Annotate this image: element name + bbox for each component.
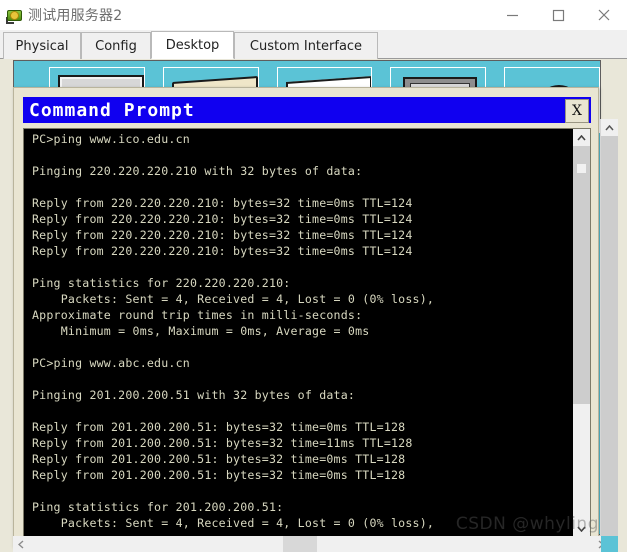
server-money-icon (6, 7, 22, 24)
terminal-line: Pinging 201.200.200.51 with 32 bytes of … (32, 388, 356, 402)
tab-physical-label: Physical (15, 38, 69, 54)
maximize-button[interactable] (535, 0, 581, 30)
command-prompt-output-text: PC>ping www.ico.edu.cn Pinging 220.220.2… (32, 131, 572, 531)
terminal-line: PC>ping www.abc.edu.cn (32, 356, 190, 370)
tab-bar: Physical Config Desktop Custom Interface (0, 30, 627, 59)
command-prompt-close-button[interactable]: X (565, 99, 589, 123)
command-prompt-scroll-track[interactable] (573, 146, 590, 520)
terminal-line: Reply from 201.200.200.51: bytes=32 time… (32, 436, 413, 450)
terminal-line: Reply from 220.220.220.210: bytes=32 tim… (32, 196, 413, 210)
command-prompt-title: Command Prompt (29, 99, 195, 121)
terminal-line: Ping statistics for 220.220.220.210: (32, 276, 291, 290)
command-prompt-output-area: PC>ping www.ico.edu.cn Pinging 220.220.2… (23, 128, 591, 538)
terminal-line: Packets: Sent = 4, Received = 4, Lost = … (32, 292, 435, 306)
tab-custom-interface[interactable]: Custom Interface (234, 32, 378, 59)
command-prompt-title-bar[interactable]: Command Prompt X (23, 97, 591, 123)
terminal-line: Reply from 201.200.200.51: bytes=32 time… (32, 452, 406, 466)
chevron-up-icon[interactable] (601, 119, 618, 136)
desktop-vertical-scrollbar[interactable] (600, 119, 618, 552)
terminal-line: Packets: Sent = 4, Received = 4, Lost = … (32, 516, 435, 530)
desktop-horizontal-scrollbar[interactable] (13, 536, 609, 552)
window-title: 测试用服务器2 (28, 8, 123, 24)
terminal-line: Reply from 201.200.200.51: bytes=32 time… (32, 468, 406, 482)
tab-desktop-label: Desktop (165, 37, 220, 53)
minimize-button[interactable] (489, 0, 535, 30)
terminal-line: Ping statistics for 201.200.200.51: (32, 500, 284, 514)
application-window: 测试用服务器2 Physical Config Desktop Custom I… (0, 0, 627, 552)
tab-config[interactable]: Config (81, 32, 151, 59)
window-title-bar: 测试用服务器2 (0, 0, 627, 30)
chevron-down-icon[interactable] (573, 520, 590, 537)
terminal-line: Reply from 220.220.220.210: bytes=32 tim… (32, 228, 413, 242)
scrollbar-corner (601, 536, 618, 552)
terminal-line: Reply from 201.200.200.51: bytes=32 time… (32, 420, 406, 434)
desktop-panel: Command Prompt X PC>ping www.ico.edu.cn … (0, 59, 627, 552)
command-prompt-scrollbar[interactable] (573, 129, 590, 537)
window-controls (489, 0, 627, 30)
terminal-line: Reply from 220.220.220.210: bytes=32 tim… (32, 244, 413, 258)
command-prompt-scroll-thumb[interactable] (573, 146, 590, 404)
chevron-up-icon[interactable] (573, 129, 590, 146)
desktop-vertical-scroll-track[interactable] (601, 136, 618, 552)
tab-physical[interactable]: Physical (3, 32, 81, 59)
terminal-line: Minimum = 0ms, Maximum = 0ms, Average = … (32, 324, 370, 338)
command-prompt-dialog: Command Prompt X PC>ping www.ico.edu.cn … (13, 87, 599, 547)
terminal-line: Pinging 220.220.220.210 with 32 bytes of… (32, 164, 363, 178)
terminal-line: Reply from 220.220.220.210: bytes=32 tim… (32, 212, 413, 226)
tab-desktop[interactable]: Desktop (151, 31, 234, 59)
terminal-line: PC>ping www.ico.edu.cn (32, 132, 190, 146)
terminal-line: Approximate round trip times in milli-se… (32, 308, 363, 322)
tab-custom-interface-label: Custom Interface (249, 38, 363, 54)
desktop-horizontal-scroll-thumb[interactable] (283, 536, 317, 552)
chevron-left-icon[interactable] (13, 536, 29, 552)
close-button[interactable] (581, 0, 627, 30)
tab-config-label: Config (95, 38, 137, 54)
